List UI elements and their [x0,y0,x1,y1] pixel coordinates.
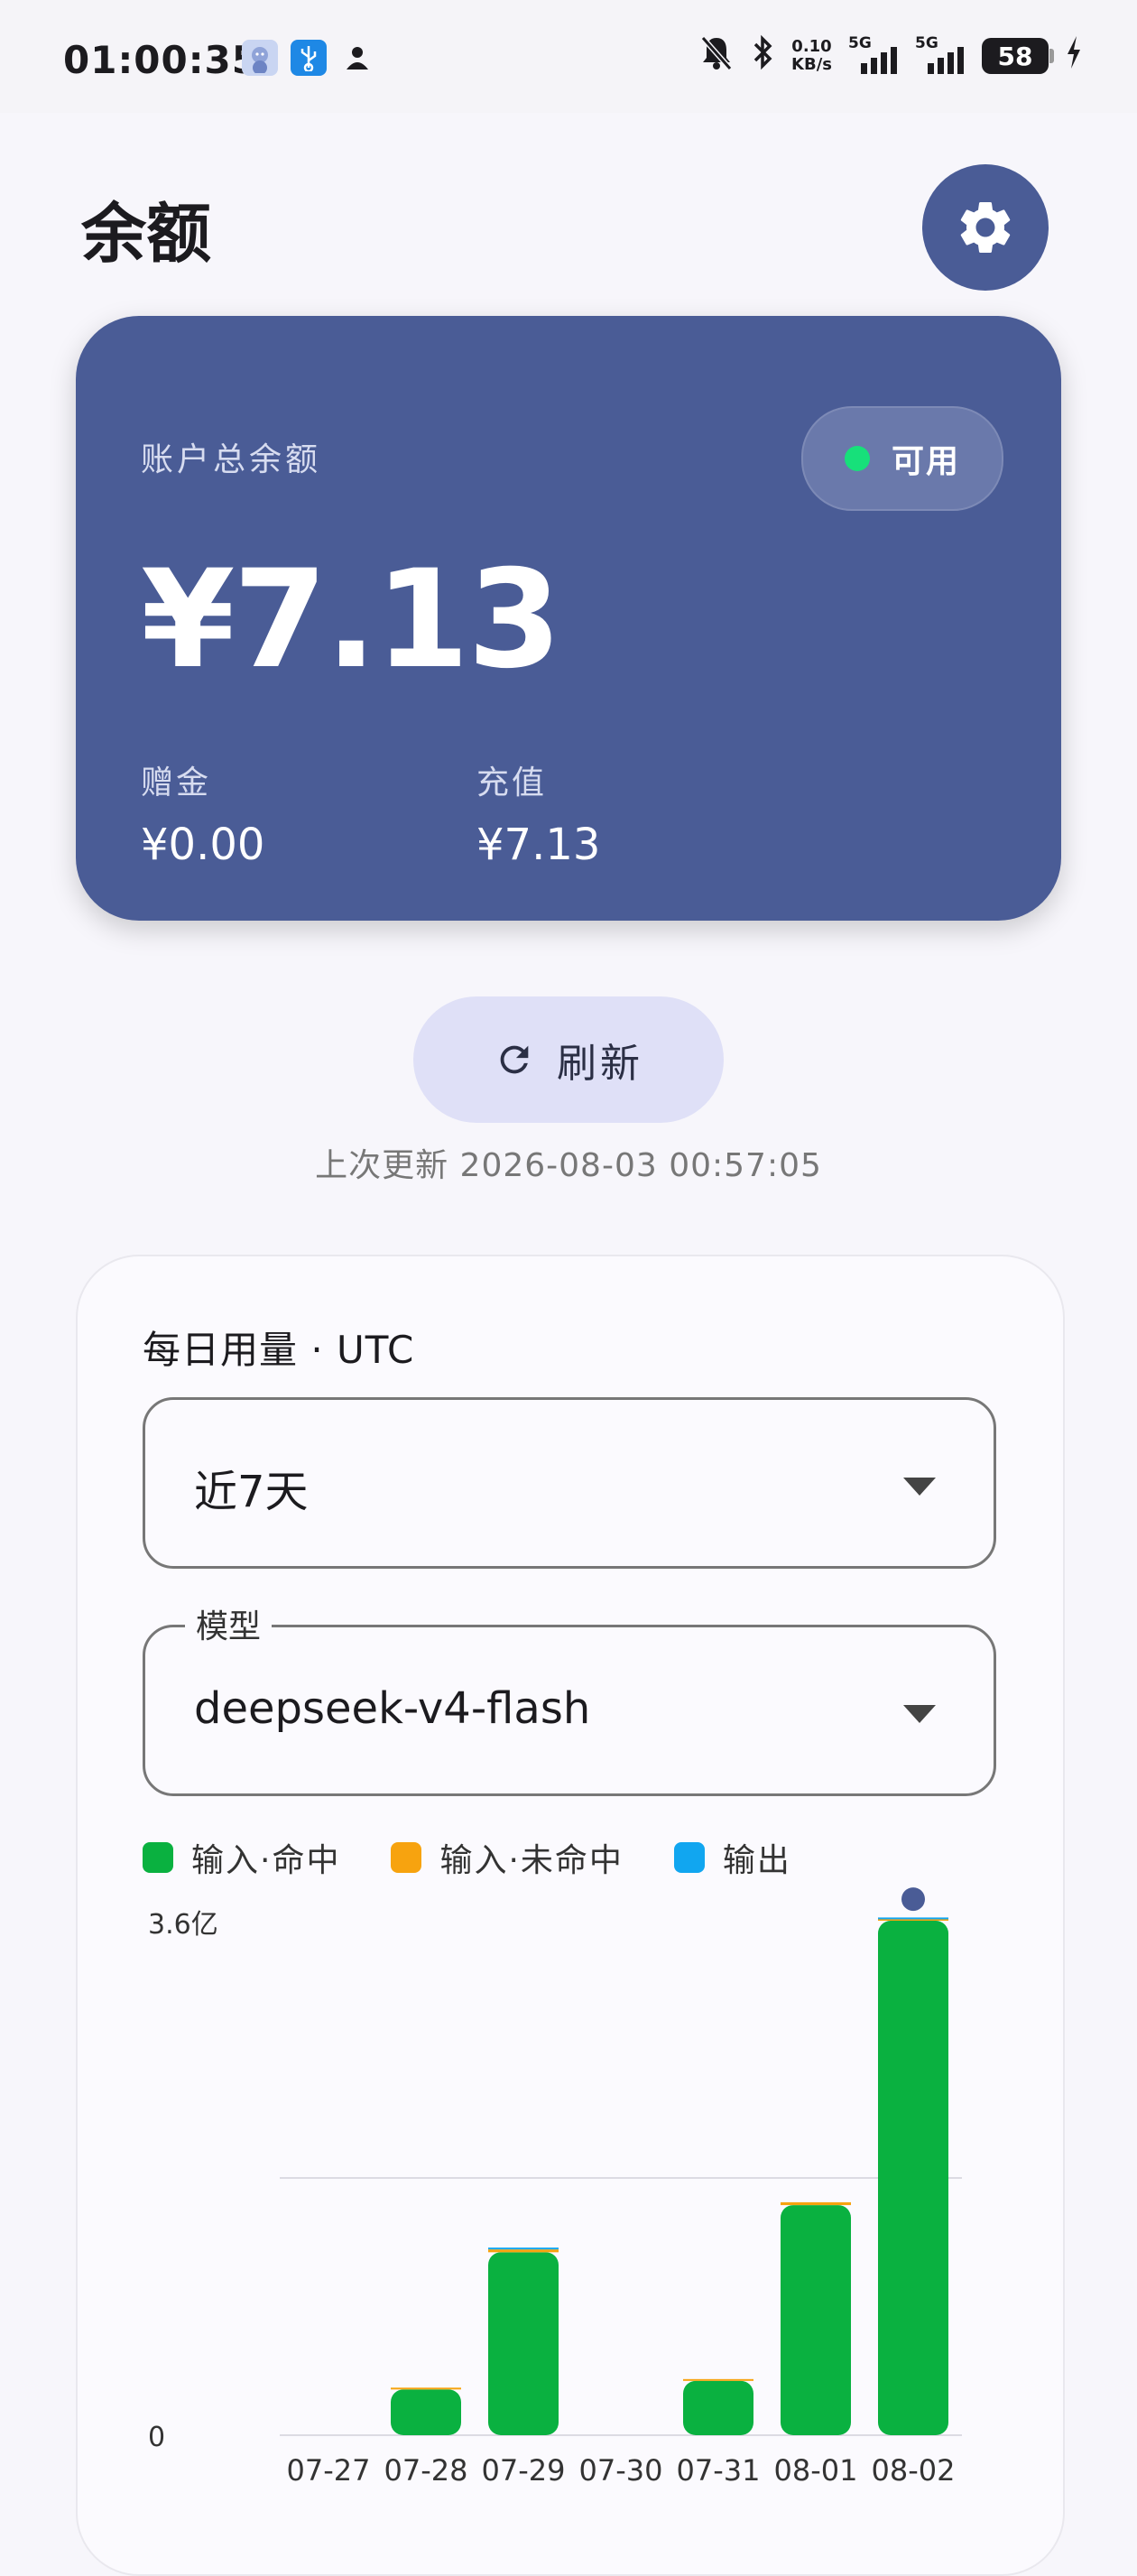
chart-bar-07-28-hit [391,2389,461,2435]
bonus-label: 赠金 [141,764,212,802]
bluetooth-icon [750,34,775,78]
y-tick-label: 3.6亿 [148,1909,218,1941]
refresh-button[interactable]: 刷新 [413,996,724,1123]
net-speed-unit: KB/s [791,55,832,74]
x-tick-label: 07-31 [677,2453,761,2488]
last-update-text: 上次更新 2026-08-03 00:57:05 [315,1147,822,1184]
usage-bar-chart: 0 3.6亿 07-27 07-28 07-29 07-30 07-31 08-01 08-02 [148,1887,962,2488]
charging-icon [1065,34,1083,78]
anime-avatar-icon [242,40,278,76]
status-bar: 01:00:35 0.10 KB/s 5G 5G 58 [0,0,1137,113]
chart-bar-08-01-hit [781,2205,851,2435]
chart-bar-07-29-miss [488,2249,559,2253]
refresh-icon [500,1045,529,1074]
refresh-button-label: 刷新 [557,1041,643,1087]
x-tick-label: 07-28 [384,2453,468,2488]
status-dot-icon [844,446,870,471]
chart-bar-07-31-miss [683,2378,753,2381]
balance-card: 账户总余额 可用 ¥7.13 赠金 ¥0.00 充值 ¥7.13 [76,316,1061,921]
total-balance-label: 账户总余额 [141,441,322,478]
signal-strength-icon: 5G [848,34,899,74]
battery-indicator: 58 [982,38,1054,74]
topup-value: ¥7.13 [476,820,601,870]
status-time: 01:00:35 [63,38,259,82]
bonus-value: ¥0.00 [141,820,265,870]
chart-bar-08-02-output [878,1917,948,1920]
status-badge: 可用 [801,406,1003,511]
chart-bar-07-28-miss [391,2387,461,2390]
usage-card: 每日用量 · UTC 近7天 模型 deepseek-v4-flash 输入·命… [76,1255,1065,2576]
usb-icon [291,40,327,76]
total-balance-amount: ¥7.13 [141,542,561,699]
gear-icon [960,201,1011,253]
chart-bar-07-31-hit [683,2380,753,2435]
bell-off-icon [699,34,734,78]
chart-bar-08-01-miss [781,2201,851,2206]
topup-balance: 充值 ¥7.13 [476,756,600,870]
page-title: 余额 [81,196,212,272]
chart-bar-07-29-output [488,2247,559,2250]
x-tick-label: 07-30 [579,2453,663,2488]
chart-bar-07-29-hit [488,2252,559,2435]
x-tick-label: 08-02 [872,2453,956,2488]
net-speed-value: 0.10 [791,37,832,56]
person-icon [339,40,375,76]
settings-button[interactable] [922,164,1049,291]
selected-bar-indicator [901,1887,925,1912]
chart-bar-08-02-hit [878,1921,948,2435]
signal-strength-icon-2: 5G [915,34,966,74]
y-tick-label: 0 [148,2422,165,2453]
status-badge-text: 可用 [891,443,960,480]
topup-label: 充值 [476,764,548,802]
x-tick-label: 07-27 [287,2453,371,2488]
x-tick-label: 08-01 [774,2453,858,2488]
x-tick-label: 07-29 [482,2453,566,2488]
bonus-balance: 赠金 ¥0.00 [141,756,264,870]
